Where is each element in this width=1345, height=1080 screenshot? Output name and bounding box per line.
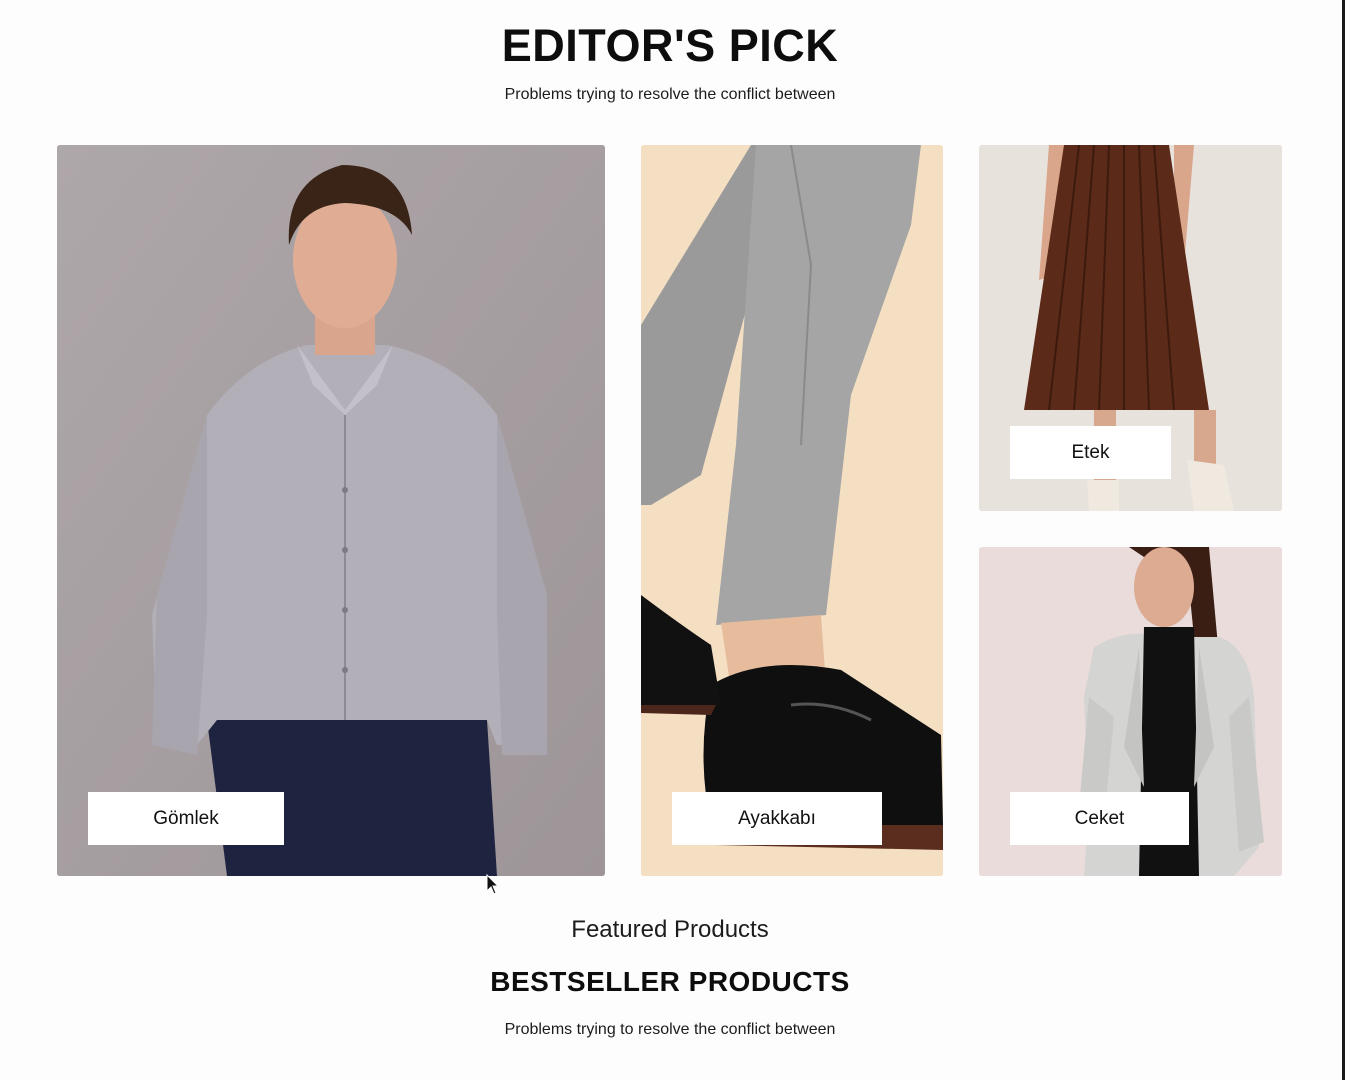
- category-card-etek[interactable]: Etek: [979, 145, 1282, 511]
- patent-leather-shoes-photo: [641, 145, 943, 876]
- page: EDITOR'S PICK Problems trying to resolve…: [0, 0, 1345, 1080]
- card-label-ceket[interactable]: Ceket: [1010, 792, 1189, 845]
- card-label-etek[interactable]: Etek: [1010, 426, 1171, 479]
- editors-pick-title: EDITOR'S PICK: [501, 20, 839, 71]
- mouse-pointer-icon: [486, 874, 500, 895]
- card-label-gomlek[interactable]: Gömlek: [88, 792, 284, 845]
- editors-pick-subtitle: Problems trying to resolve the conflict …: [504, 86, 836, 103]
- bestseller-products-subtitle: Problems trying to resolve the conflict …: [504, 1021, 836, 1038]
- card-label-ayakkabi[interactable]: Ayakkabı: [672, 792, 882, 845]
- featured-products-label: Featured Products: [571, 916, 769, 943]
- category-card-ceket[interactable]: Ceket: [979, 547, 1282, 876]
- bestseller-products-title: BESTSELLER PRODUCTS: [490, 966, 850, 997]
- man-in-grey-shirt-photo: [57, 145, 605, 876]
- category-card-gomlek[interactable]: Gömlek: [57, 145, 605, 876]
- category-card-ayakkabi[interactable]: Ayakkabı: [641, 145, 943, 876]
